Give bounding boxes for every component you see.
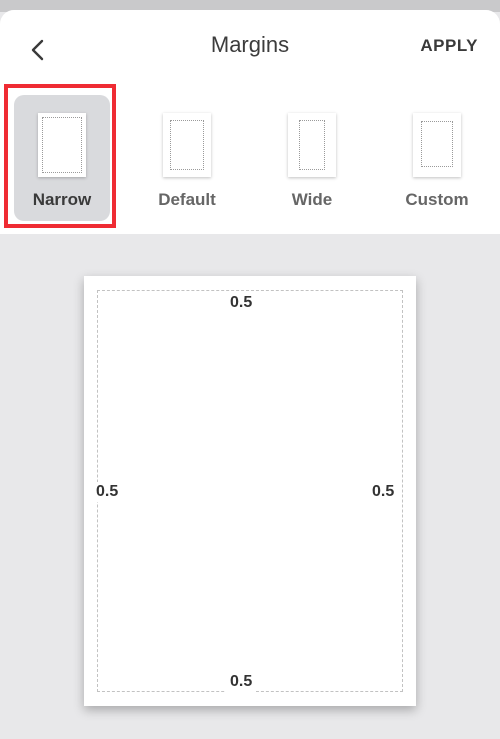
- option-label: Wide: [291, 190, 333, 209]
- wide-page-icon: [288, 113, 336, 177]
- option-narrow[interactable]: Narrow: [14, 95, 110, 221]
- margin-right-value: 0.5: [368, 482, 399, 502]
- margin-top-value: 0.5: [226, 293, 257, 313]
- back-button[interactable]: [20, 32, 56, 68]
- margins-sheet: Margins APPLY Narrow Default Wide Custom: [0, 10, 500, 739]
- option-custom[interactable]: Custom: [389, 95, 485, 221]
- margin-options: Narrow Default Wide Custom: [0, 85, 500, 234]
- margin-guide: [97, 290, 403, 692]
- margin-left-value: 0.5: [92, 482, 123, 502]
- option-wide[interactable]: Wide: [264, 95, 360, 221]
- option-label: Default: [158, 190, 216, 209]
- custom-page-icon: [413, 113, 461, 177]
- header-panel: Margins APPLY Narrow Default Wide Custom: [0, 10, 500, 234]
- apply-button[interactable]: APPLY: [420, 36, 478, 56]
- margin-bottom-value: 0.5: [226, 672, 257, 692]
- option-label: Custom: [405, 190, 469, 209]
- narrow-page-icon: [38, 113, 86, 177]
- chevron-left-icon: [31, 39, 44, 61]
- default-page-icon: [163, 113, 211, 177]
- option-default[interactable]: Default: [139, 95, 235, 221]
- page-preview: 0.5 0.5 0.5 0.5: [84, 276, 416, 706]
- option-label: Narrow: [32, 190, 92, 209]
